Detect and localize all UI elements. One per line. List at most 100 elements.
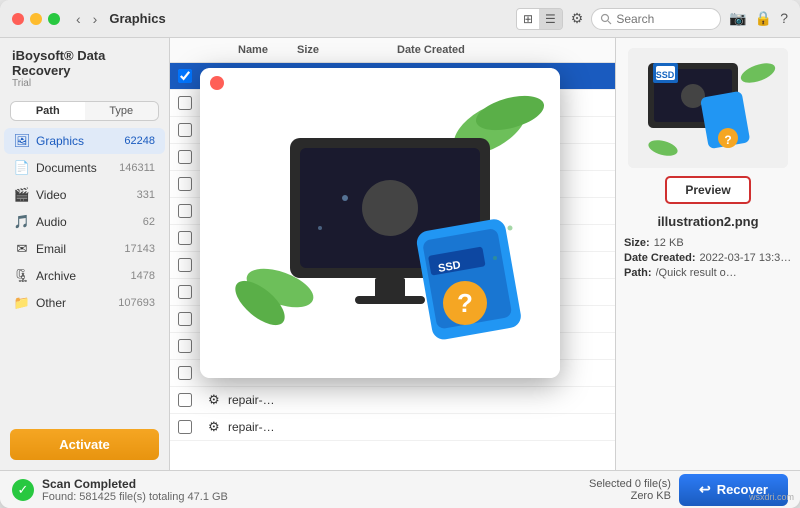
audio-count: 62 (143, 216, 155, 228)
grid-view-button[interactable]: ⊞ (517, 9, 539, 29)
scan-info: Scan Completed Found: 581425 file(s) tot… (42, 477, 228, 503)
audio-label: Audio (36, 215, 143, 229)
scan-complete-label: Scan Completed (42, 477, 228, 491)
documents-label: Documents (36, 161, 119, 175)
column-size: Size (297, 44, 397, 56)
maximize-button[interactable] (48, 13, 60, 25)
svg-text:SSD: SSD (656, 70, 675, 80)
sidebar-items: 🖼 Graphics 62248 📄 Documents 146311 🎬 Vi… (0, 127, 169, 419)
file-area: Name Size Date Created 🟠 illustration2.p… (170, 38, 615, 470)
column-name: Name (238, 44, 297, 56)
documents-icon: 📄 (14, 160, 30, 176)
file-checkbox[interactable] (178, 339, 192, 353)
path-value: /Quick result o… (656, 267, 737, 279)
search-input[interactable] (591, 8, 721, 30)
camera-icon[interactable]: 📷 (729, 10, 746, 27)
titlebar-icons: 📷 🔒 ? (729, 10, 788, 27)
scan-complete-icon: ✓ (12, 479, 34, 501)
titlebar-right: ⊞ ☰ ⚙ 📷 🔒 ? (516, 8, 788, 30)
file-checkbox[interactable] (178, 366, 192, 380)
date-value: 2022-03-17 13:38:34 (700, 252, 792, 264)
popup-close-button[interactable] (210, 76, 224, 90)
file-checkbox[interactable] (178, 177, 192, 191)
sidebar-item-documents[interactable]: 📄 Documents 146311 (4, 155, 165, 181)
sidebar-item-audio[interactable]: 🎵 Audio 62 (4, 209, 165, 235)
close-button[interactable] (12, 13, 24, 25)
table-row[interactable]: ⚙ repair-… (170, 414, 615, 441)
view-toggle: ⊞ ☰ (516, 8, 563, 30)
preview-button[interactable]: Preview (665, 176, 750, 204)
forward-button[interactable]: › (89, 9, 102, 29)
tab-type[interactable]: Type (85, 102, 159, 120)
help-icon[interactable]: ? (780, 10, 788, 27)
activate-section: Activate (0, 419, 169, 470)
video-label: Video (36, 188, 137, 202)
preview-thumbnail: ? SSD (628, 48, 788, 168)
date-label: Date Created: (624, 252, 696, 264)
list-view-button[interactable]: ☰ (539, 9, 562, 29)
popup-preview: ? SSD (200, 68, 560, 378)
titlebar: ‹ › Graphics ⊞ ☰ ⚙ 📷 🔒 ? (0, 0, 800, 38)
sidebar: iBoysoft® Data Recovery Trial Path Type … (0, 38, 170, 470)
email-label: Email (36, 242, 124, 256)
recover-icon: ↩ (699, 481, 711, 498)
table-row[interactable]: ⚙ repair-… (170, 387, 615, 414)
main-window: ‹ › Graphics ⊞ ☰ ⚙ 📷 🔒 ? iBoysoft® Data … (0, 0, 800, 508)
path-label: Path: (624, 267, 652, 279)
graphics-label: Graphics (36, 134, 124, 148)
other-icon: 📁 (14, 295, 30, 311)
sidebar-item-video[interactable]: 🎬 Video 331 (4, 182, 165, 208)
archive-icon: 🗜 (14, 268, 30, 284)
file-checkbox[interactable] (178, 96, 192, 110)
preview-size-row: Size: 12 KB (624, 237, 792, 249)
file-checkbox[interactable] (178, 393, 192, 407)
selected-count: Selected 0 file(s) (589, 478, 671, 490)
preview-metadata: Size: 12 KB Date Created: 2022-03-17 13:… (624, 237, 792, 282)
sidebar-item-other[interactable]: 📁 Other 107693 (4, 290, 165, 316)
tab-path[interactable]: Path (11, 102, 85, 120)
file-checkbox[interactable] (178, 420, 192, 434)
file-type-icon: ⚙ (208, 419, 224, 435)
file-checkbox[interactable] (178, 69, 192, 83)
other-label: Other (36, 296, 118, 310)
svg-text:?: ? (457, 288, 473, 318)
lock-icon[interactable]: 🔒 (755, 10, 772, 27)
minimize-button[interactable] (30, 13, 42, 25)
preview-filename: illustration2.png (657, 214, 758, 229)
size-label: Size: (624, 237, 650, 249)
file-checkbox[interactable] (178, 285, 192, 299)
selected-info: Selected 0 file(s) Zero KB (589, 478, 671, 502)
sidebar-item-email[interactable]: ✉ Email 17143 (4, 236, 165, 262)
nav-buttons: ‹ › (72, 9, 101, 29)
selected-size: Zero KB (589, 490, 671, 502)
file-type-icon: ⚙ (208, 392, 224, 408)
preview-path-row: Path: /Quick result o… (624, 267, 792, 279)
file-checkbox[interactable] (178, 123, 192, 137)
sidebar-item-graphics[interactable]: 🖼 Graphics 62248 (4, 128, 165, 154)
graphics-count: 62248 (124, 135, 155, 147)
app-trial: Trial (12, 78, 157, 89)
filter-button[interactable]: ⚙ (571, 10, 584, 27)
column-date: Date Created (397, 44, 577, 56)
documents-count: 146311 (119, 162, 155, 174)
graphics-icon: 🖼 (14, 133, 30, 149)
activate-button[interactable]: Activate (10, 429, 159, 460)
video-icon: 🎬 (14, 187, 30, 203)
file-checkbox[interactable] (178, 231, 192, 245)
sidebar-tabs: Path Type (10, 101, 159, 121)
file-checkbox[interactable] (178, 150, 192, 164)
app-title: iBoysoft® Data Recovery (12, 48, 157, 78)
main-content: iBoysoft® Data Recovery Trial Path Type … (0, 38, 800, 470)
file-checkbox[interactable] (178, 204, 192, 218)
scan-detail: Found: 581425 file(s) totaling 47.1 GB (42, 491, 228, 503)
sidebar-item-archive[interactable]: 🗜 Archive 1478 (4, 263, 165, 289)
back-button[interactable]: ‹ (72, 9, 85, 29)
illustration-svg: ? SSD (200, 68, 560, 378)
archive-count: 1478 (131, 270, 155, 282)
file-checkbox[interactable] (178, 258, 192, 272)
file-checkbox[interactable] (178, 312, 192, 326)
file-name: repair-… (228, 393, 327, 407)
archive-label: Archive (36, 269, 131, 283)
file-name: repair-… (228, 420, 327, 434)
svg-text:?: ? (724, 133, 731, 147)
